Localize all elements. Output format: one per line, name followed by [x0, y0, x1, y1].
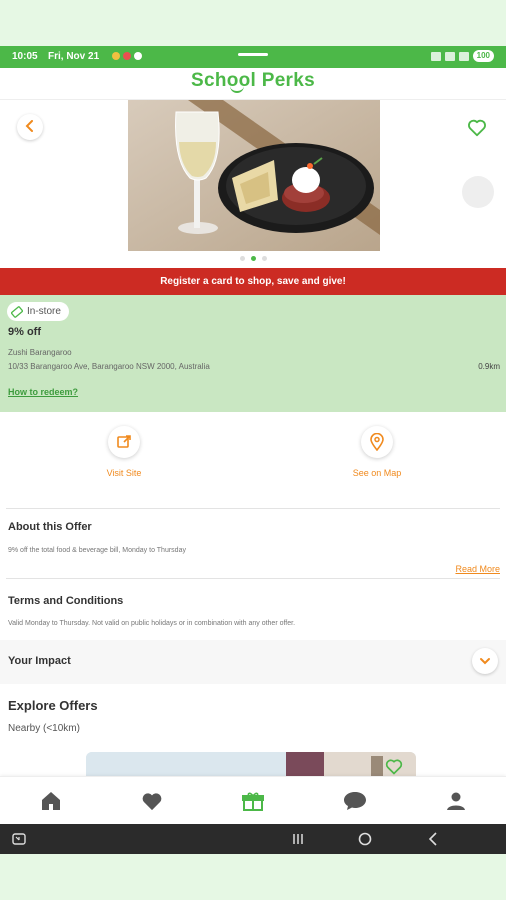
chevron-left-icon: [428, 832, 437, 846]
carousel-dot[interactable]: [261, 256, 267, 261]
offer-card-image: [86, 752, 416, 776]
home-icon: [42, 792, 60, 810]
see-on-map-button[interactable]: See on Map: [327, 426, 427, 478]
terms-body: Valid Monday to Thursday. Not valid on p…: [8, 620, 296, 627]
back-system-button[interactable]: [423, 830, 443, 848]
heart-outline-icon: [468, 119, 486, 137]
app-logo: School Perks: [191, 70, 315, 91]
carousel-dot-active[interactable]: [250, 256, 256, 261]
in-store-label: In-store: [27, 306, 61, 317]
venue-name: Zushi Barangaroo: [8, 348, 72, 357]
visit-site-label: Visit Site: [106, 468, 142, 478]
chevron-down-icon: [480, 658, 490, 665]
nearby-subtitle: Nearby (<10km): [8, 723, 80, 734]
nav-messages[interactable]: [342, 789, 368, 813]
home-circle-icon: [358, 832, 372, 846]
offer-hero-image: [128, 100, 380, 251]
status-time: 10:05: [12, 51, 38, 62]
status-bar: 10:05 Fri, Nov 21 100: [0, 46, 506, 68]
offer-actions: Visit Site See on Map: [0, 426, 506, 506]
battery-icon: 100: [472, 50, 494, 62]
recent-apps-button[interactable]: [288, 830, 308, 848]
user-icon: [447, 792, 465, 810]
chat-bubble-icon: [344, 792, 366, 810]
read-more-link[interactable]: Read More: [455, 564, 500, 574]
section-divider: [6, 578, 500, 579]
wifi-icon: [430, 51, 441, 61]
section-divider: [6, 508, 500, 509]
nav-offers[interactable]: [240, 789, 266, 813]
status-date: Fri, Nov 21: [48, 51, 100, 62]
nav-favourites[interactable]: [139, 789, 165, 813]
carousel-dot[interactable]: [239, 256, 245, 261]
system-navigation-bar: [0, 824, 506, 854]
terms-title: Terms and Conditions: [8, 595, 124, 607]
venue-distance: 0.9km: [478, 362, 500, 371]
external-link-icon: [117, 435, 131, 448]
favourite-button[interactable]: [466, 116, 488, 138]
floating-circle-button[interactable]: [462, 176, 494, 208]
about-offer-body: 9% off the total food & beverage bill, M…: [8, 547, 186, 554]
bottom-navigation: [0, 776, 506, 824]
hero-section: [0, 100, 506, 266]
chevron-left-icon: [25, 120, 33, 132]
home-button[interactable]: [355, 830, 375, 848]
heart-icon: [142, 793, 162, 811]
explore-offer-card[interactable]: [86, 752, 416, 776]
about-offer-title: About this Offer: [8, 521, 92, 533]
in-store-badge: In-store: [7, 302, 69, 321]
signal-icon: [458, 51, 469, 61]
nav-profile[interactable]: [443, 789, 469, 813]
expand-impact-button[interactable]: [472, 648, 498, 674]
visit-site-button[interactable]: Visit Site: [74, 426, 174, 478]
notification-icon: [112, 52, 120, 60]
signal-icon: [444, 51, 455, 61]
see-on-map-icon-circle: [361, 426, 393, 458]
map-pin-icon: [370, 433, 384, 451]
system-status-icons: 100: [430, 50, 494, 62]
notification-icon: [123, 52, 131, 60]
notification-icons: [112, 52, 142, 60]
camera-notch: [238, 53, 268, 56]
notification-icon: [134, 52, 142, 60]
offer-details-panel: In-store 9% off Zushi Barangaroo 10/33 B…: [0, 295, 506, 412]
nav-home[interactable]: [38, 789, 64, 813]
your-impact-row[interactable]: Your Impact: [0, 640, 506, 684]
keyboard-switch-icon[interactable]: [10, 830, 28, 848]
see-on-map-label: See on Map: [352, 468, 402, 478]
explore-offers-title: Explore Offers: [8, 698, 98, 713]
register-card-banner[interactable]: Register a card to shop, save and give!: [0, 268, 506, 295]
tag-icon: [11, 305, 23, 318]
venue-address: 10/33 Barangaroo Ave, Barangaroo NSW 200…: [8, 362, 210, 371]
wine-and-plated-dish-photo: [128, 100, 380, 251]
app-frame: 10:05 Fri, Nov 21 100 School Perks Regis…: [0, 46, 506, 854]
heart-outline-icon[interactable]: [384, 756, 404, 776]
carousel-indicator: [0, 256, 506, 261]
how-to-redeem-link[interactable]: How to redeem?: [8, 387, 78, 397]
your-impact-title: Your Impact: [8, 655, 71, 667]
recent-apps-icon: [293, 834, 303, 844]
discount-value: 9% off: [8, 326, 41, 338]
app-header: School Perks: [0, 68, 506, 100]
visit-site-icon-circle: [108, 426, 140, 458]
gift-icon: [242, 792, 264, 811]
back-button[interactable]: [17, 114, 43, 140]
